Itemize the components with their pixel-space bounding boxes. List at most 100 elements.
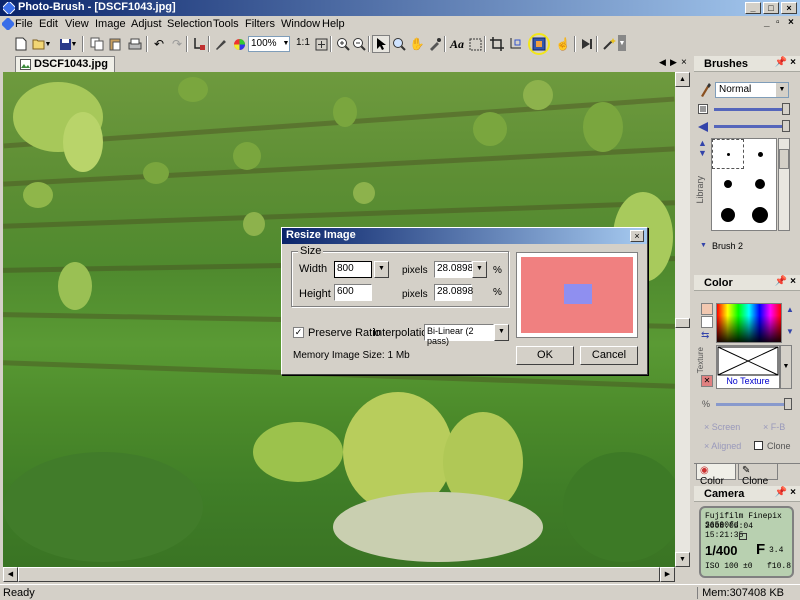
brush-swatch[interactable] (744, 169, 776, 199)
brush-swatch[interactable] (712, 200, 744, 230)
color-spectrum-picker[interactable] (716, 303, 782, 343)
doc-restore-button[interactable]: ▫ (776, 17, 780, 28)
panel-close-icon[interactable]: × (790, 57, 796, 68)
doc-minimize-button[interactable]: _ (764, 17, 770, 28)
crop-tool-icon[interactable] (488, 35, 506, 53)
menu-image[interactable]: Image (95, 18, 126, 30)
opacity-slider-thumb[interactable] (782, 103, 790, 115)
tab-clone[interactable]: ✎ Clone (738, 464, 778, 487)
width-input[interactable]: 800 (334, 261, 372, 278)
pointer-tool-icon[interactable] (372, 35, 390, 53)
opacity-slider[interactable] (714, 108, 789, 111)
panel-close-icon[interactable]: × (790, 487, 796, 498)
clone-checkbox[interactable] (754, 441, 763, 450)
actual-size-button[interactable]: 1:1 (296, 37, 310, 48)
maximize-button[interactable]: □ (763, 2, 779, 14)
hand-pointer-icon[interactable]: ☝ (554, 35, 572, 53)
texture-dropdown-icon[interactable]: ▼ (780, 345, 792, 389)
magic-wand-icon[interactable] (600, 35, 618, 53)
undo-icon[interactable]: ↶ (150, 35, 168, 53)
scroll-left-icon[interactable]: ◀ (3, 567, 18, 582)
width-percent-input[interactable]: 28.0898 (434, 261, 473, 278)
tab-prev-icon[interactable]: ◀ (659, 57, 666, 68)
brush-swatch[interactable] (712, 139, 744, 170)
panel-close-icon[interactable]: × (790, 276, 796, 287)
straighten-tool-icon[interactable] (506, 35, 524, 53)
cancel-button[interactable]: Cancel (580, 346, 638, 365)
zoom-tool-icon[interactable] (390, 35, 408, 53)
blend-mode-dropdown-icon[interactable]: ▼ (776, 83, 788, 97)
copy-icon[interactable] (88, 35, 106, 53)
close-window-button[interactable]: × (781, 2, 797, 14)
brush-scroll-down-icon[interactable]: ▼ (698, 148, 707, 158)
horizontal-scroll-thumb[interactable] (18, 567, 660, 582)
tab-close-icon[interactable]: × (681, 57, 687, 68)
brush-swatch[interactable] (744, 139, 776, 169)
zoom-out-icon[interactable] (350, 35, 368, 53)
menu-edit[interactable]: Edit (39, 18, 58, 30)
text-tool-icon[interactable]: Aa (448, 35, 466, 53)
texture-preview[interactable]: No Texture (716, 345, 780, 389)
vertical-scroll-thumb[interactable] (675, 318, 690, 328)
toolbar-overflow-icon[interactable]: ▼ (618, 35, 626, 51)
menu-tools[interactable]: Tools (213, 18, 239, 30)
tab-color[interactable]: ◉ Color (696, 464, 736, 487)
tab-dscf1043[interactable]: DSCF1043.jpg (15, 56, 115, 72)
scroll-down-icon[interactable]: ▼ (675, 552, 690, 567)
paste-icon[interactable] (106, 35, 124, 53)
width-percent-dropdown-icon[interactable]: ▼ (472, 261, 487, 278)
resize-image-icon[interactable] (528, 33, 550, 55)
fit-window-icon[interactable] (312, 35, 330, 53)
menu-selection[interactable]: Selection (167, 18, 212, 30)
width-dropdown-icon[interactable]: ▼ (374, 261, 389, 278)
texture-amount-thumb[interactable] (784, 398, 792, 410)
screen-option[interactable]: × Screen (704, 422, 740, 432)
height-percent-input[interactable]: 28.0898 (434, 284, 473, 301)
crop-select-icon[interactable] (190, 35, 208, 53)
foreground-color-swatch[interactable] (701, 303, 713, 315)
brush-swatch[interactable] (712, 169, 744, 199)
aligned-option[interactable]: × Aligned (704, 441, 741, 451)
menu-view[interactable]: View (65, 18, 89, 30)
size-slider-thumb[interactable] (782, 120, 790, 132)
texture-clear-icon[interactable]: ✕ (701, 375, 713, 387)
brush-swatch[interactable] (744, 200, 776, 230)
zoom-dropdown-icon[interactable]: ▼ (282, 37, 290, 51)
doc-close-button[interactable]: × (788, 17, 794, 28)
vertical-scrollbar[interactable]: ▲ ▼ (675, 72, 690, 567)
marquee-tool-icon[interactable] (466, 35, 484, 53)
eyedropper-icon[interactable] (426, 35, 444, 53)
ok-button[interactable]: OK (516, 346, 574, 365)
menu-window[interactable]: Window (281, 18, 320, 30)
scroll-up-icon[interactable]: ▲ (675, 72, 690, 87)
horizontal-scrollbar[interactable]: ◀ ▶ (3, 567, 675, 582)
brush-library-scrollbar[interactable] (778, 138, 790, 231)
interpolation-select[interactable]: Bi-Linear (2 pass) (424, 324, 494, 346)
spectrum-up-icon[interactable]: ▲ (786, 305, 794, 314)
background-color-swatch[interactable] (701, 316, 713, 328)
color-wheel-icon[interactable] (230, 35, 248, 53)
spectrum-down-icon[interactable]: ▼ (786, 327, 794, 336)
menu-file[interactable]: File (15, 18, 33, 30)
hand-tool-icon[interactable]: ✋ (408, 35, 426, 53)
dialog-close-button[interactable]: × (630, 230, 644, 242)
new-file-icon[interactable] (12, 35, 30, 53)
scroll-right-icon[interactable]: ▶ (660, 567, 675, 582)
minimize-button[interactable]: _ (745, 2, 761, 14)
texture-amount-slider[interactable] (716, 403, 790, 406)
interpolation-dropdown-icon[interactable]: ▼ (494, 324, 509, 341)
brush-icon[interactable] (212, 35, 230, 53)
pin-icon[interactable]: 📌 (775, 57, 787, 68)
open-dropdown-icon[interactable]: ▼ (44, 35, 52, 53)
tab-next-icon[interactable]: ▶ (670, 57, 677, 68)
print-icon[interactable] (126, 35, 144, 53)
preserve-ratio-checkbox[interactable]: ✓ (293, 327, 304, 338)
save-dropdown-icon[interactable]: ▼ (70, 35, 78, 53)
menu-adjust[interactable]: Adjust (131, 18, 162, 30)
step-tool-icon[interactable] (578, 35, 596, 53)
brush-scroll-up-icon[interactable]: ▲ (698, 138, 707, 148)
menu-filters[interactable]: Filters (245, 18, 275, 30)
height-input[interactable]: 600 (334, 284, 372, 301)
swap-colors-icon[interactable]: ⇆ (701, 330, 709, 341)
menu-help[interactable]: Help (322, 18, 345, 30)
